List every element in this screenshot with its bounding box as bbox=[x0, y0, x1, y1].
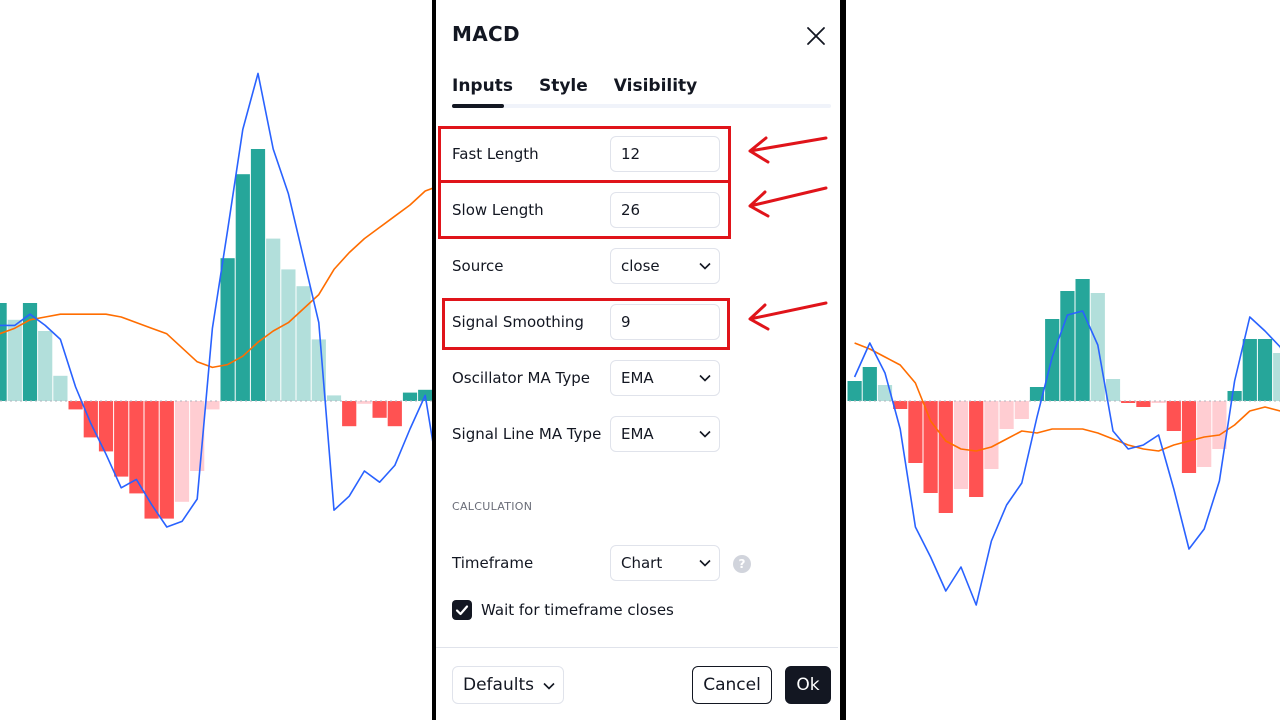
macd-settings-dialog: MACD Inputs Style Visibility Fast Length… bbox=[436, 0, 838, 720]
histogram-bar bbox=[281, 269, 296, 401]
histogram-bar bbox=[1227, 391, 1242, 401]
dialog-right-border bbox=[840, 0, 846, 720]
source-select[interactable]: close bbox=[610, 248, 720, 284]
histogram-bar bbox=[402, 392, 418, 401]
histogram-bar bbox=[250, 149, 266, 401]
histogram-bar bbox=[68, 401, 83, 410]
defaults-button-label: Defaults bbox=[463, 675, 534, 695]
histogram-bar bbox=[342, 401, 357, 427]
timeframe-label: Timeframe bbox=[452, 554, 534, 572]
histogram-bar bbox=[1121, 401, 1136, 403]
histogram-bar bbox=[938, 401, 953, 513]
tab-active-indicator bbox=[452, 104, 504, 108]
chevron-down-icon bbox=[699, 262, 711, 270]
wait-timeframe-checkbox[interactable] bbox=[452, 600, 472, 620]
histogram-bar bbox=[1242, 339, 1257, 401]
histogram-bar bbox=[372, 401, 387, 418]
tab-style[interactable]: Style bbox=[539, 76, 588, 104]
dialog-title: MACD bbox=[452, 22, 520, 46]
histogram-bar bbox=[1257, 339, 1273, 401]
histogram-bar bbox=[159, 401, 174, 519]
histogram-bar bbox=[387, 401, 402, 427]
footer-divider bbox=[436, 647, 838, 648]
chevron-down-icon bbox=[699, 430, 711, 438]
cancel-button[interactable]: Cancel bbox=[692, 666, 772, 704]
oscillator-ma-type-label: Oscillator MA Type bbox=[452, 369, 590, 387]
source-value: close bbox=[621, 257, 660, 275]
chevron-down-icon bbox=[699, 559, 711, 567]
defaults-button[interactable]: Defaults bbox=[452, 666, 564, 704]
highlight-box-fast-length bbox=[438, 126, 731, 183]
histogram-bar bbox=[953, 401, 969, 489]
histogram-bar bbox=[862, 367, 877, 401]
histogram-bar bbox=[38, 331, 53, 401]
oscillator-ma-type-value: EMA bbox=[621, 369, 654, 387]
row-signal-line-ma-type: Signal Line MA Type EMA bbox=[452, 416, 822, 454]
histogram-bar bbox=[266, 238, 281, 401]
red-arrow-icon bbox=[748, 301, 828, 331]
histogram-bar bbox=[923, 401, 938, 493]
right-macd-chart bbox=[844, 0, 1280, 720]
histogram-bar bbox=[326, 395, 342, 401]
tab-inputs[interactable]: Inputs bbox=[452, 76, 513, 104]
histogram-bar bbox=[144, 401, 159, 519]
histogram-bar bbox=[1273, 353, 1280, 401]
tab-visibility[interactable]: Visibility bbox=[614, 76, 698, 104]
histogram-bar bbox=[1060, 291, 1075, 401]
highlight-box-slow-length bbox=[438, 180, 731, 239]
histogram-bar bbox=[1197, 401, 1212, 467]
histogram-bar bbox=[1014, 401, 1029, 419]
highlight-box-signal-smoothing bbox=[442, 298, 730, 350]
oscillator-ma-type-select[interactable]: EMA bbox=[610, 360, 720, 396]
histogram-bar bbox=[357, 401, 372, 404]
ok-button[interactable]: Ok bbox=[785, 666, 831, 704]
histogram-bar bbox=[114, 401, 129, 477]
histogram-bar bbox=[984, 401, 999, 469]
source-label: Source bbox=[452, 257, 504, 275]
signal-line-ma-type-value: EMA bbox=[621, 425, 654, 443]
histogram-bar bbox=[1136, 401, 1151, 407]
wait-timeframe-label: Wait for timeframe closes bbox=[481, 601, 674, 619]
histogram-bar bbox=[174, 401, 190, 502]
chevron-down-icon bbox=[543, 682, 555, 690]
histogram-bar bbox=[1151, 401, 1166, 403]
signal-line bbox=[0, 186, 436, 369]
histogram-bar bbox=[7, 319, 22, 401]
calculation-section-heading: CALCULATION bbox=[452, 500, 533, 513]
histogram-bar bbox=[908, 401, 923, 463]
row-oscillator-ma-type: Oscillator MA Type EMA bbox=[452, 360, 822, 398]
histogram-bar bbox=[205, 401, 220, 410]
help-icon[interactable]: ? bbox=[733, 555, 751, 573]
close-icon[interactable] bbox=[804, 24, 828, 48]
row-timeframe: Timeframe Chart bbox=[452, 545, 822, 583]
timeframe-select[interactable]: Chart bbox=[610, 545, 720, 581]
histogram-bar bbox=[1212, 401, 1227, 449]
left-macd-plot bbox=[0, 72, 436, 528]
timeframe-value: Chart bbox=[621, 554, 663, 572]
left-macd-chart bbox=[0, 0, 436, 720]
histogram-bar bbox=[847, 381, 862, 401]
signal-line-ma-type-label: Signal Line MA Type bbox=[452, 425, 602, 443]
histogram-bar bbox=[999, 401, 1014, 429]
chevron-down-icon bbox=[699, 374, 711, 382]
histogram-bar bbox=[1105, 379, 1121, 401]
histogram-bar bbox=[1166, 401, 1181, 431]
histogram-bar bbox=[1181, 401, 1197, 473]
histogram-bar bbox=[0, 303, 7, 401]
dialog-tabs: Inputs Style Visibility bbox=[452, 76, 697, 104]
histogram-bar bbox=[220, 258, 235, 401]
right-macd-plot bbox=[844, 279, 1280, 606]
signal-line-ma-type-select[interactable]: EMA bbox=[610, 416, 720, 452]
histogram-bar bbox=[1075, 279, 1090, 401]
histogram-bar bbox=[235, 174, 250, 401]
checkmark-icon bbox=[455, 605, 469, 616]
histogram-bar bbox=[53, 375, 68, 401]
macd-line bbox=[0, 72, 436, 528]
red-arrow-icon bbox=[748, 136, 828, 164]
tab-track bbox=[452, 104, 831, 108]
red-arrow-icon bbox=[748, 186, 828, 218]
row-source: Source close bbox=[452, 248, 822, 286]
